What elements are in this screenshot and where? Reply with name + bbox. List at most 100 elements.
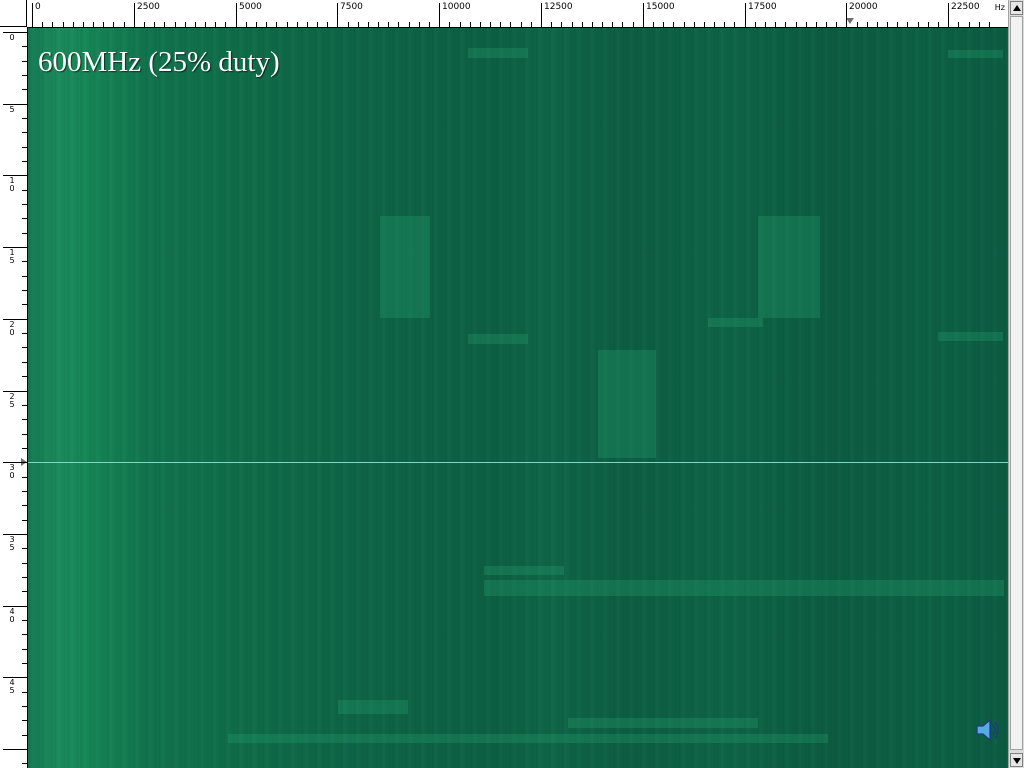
y-tick-label: 0: [9, 33, 15, 42]
x-major-tick: [948, 3, 949, 27]
x-minor-tick: [887, 22, 888, 27]
energy-patch: [468, 334, 528, 344]
y-major-tick: [3, 247, 27, 248]
x-tick-label: 20000: [849, 2, 878, 12]
energy-patch: [338, 700, 408, 714]
x-minor-tick: [561, 22, 562, 27]
x-minor-tick: [195, 22, 196, 27]
y-major-tick: [3, 534, 27, 535]
vertical-scrollbar[interactable]: [1008, 0, 1024, 768]
x-minor-tick: [378, 22, 379, 27]
frequency-ruler: Hz 0 2500 5000 7500 10000 12500 15000 17500 2000…: [27, 0, 1008, 28]
x-major-tick: [32, 3, 33, 27]
y-minor-tick: [22, 548, 27, 549]
y-minor-tick: [22, 147, 27, 148]
y-minor-tick: [22, 190, 27, 191]
x-minor-tick: [734, 22, 735, 27]
x-minor-tick: [185, 22, 186, 27]
x-minor-tick: [989, 22, 990, 27]
x-minor-tick: [775, 22, 776, 27]
x-minor-tick: [622, 22, 623, 27]
x-minor-tick: [907, 22, 908, 27]
time-ruler: 0 5 10 15 20 25 30 35 40 45: [0, 27, 28, 768]
x-minor-tick: [531, 22, 532, 27]
ruler-corner: [0, 0, 27, 27]
x-major-tick: [541, 3, 542, 27]
y-major-tick: [3, 462, 27, 463]
x-minor-tick: [449, 22, 450, 27]
y-minor-tick: [22, 376, 27, 377]
energy-patch: [938, 332, 1003, 341]
frequency-marker[interactable]: [846, 18, 854, 24]
y-tick-label: 10: [9, 176, 15, 193]
spectrogram[interactable]: 600MHz (25% duty): [28, 28, 1008, 768]
x-major-tick: [643, 3, 644, 27]
x-minor-tick: [307, 22, 308, 27]
x-minor-tick: [398, 22, 399, 27]
playback-cursor-line: [28, 462, 1008, 463]
y-minor-tick: [22, 304, 27, 305]
x-minor-tick: [938, 22, 939, 27]
x-minor-tick: [429, 22, 430, 27]
energy-patch: [948, 50, 1003, 58]
scroll-up-button[interactable]: [1010, 1, 1023, 15]
x-minor-tick: [806, 22, 807, 27]
y-tick-label: 35: [9, 535, 15, 552]
x-minor-tick: [205, 22, 206, 27]
x-minor-tick: [918, 22, 919, 27]
x-minor-tick: [93, 22, 94, 27]
y-minor-tick: [22, 118, 27, 119]
x-minor-tick: [928, 22, 929, 27]
x-minor-tick: [653, 22, 654, 27]
y-minor-tick: [22, 577, 27, 578]
x-minor-tick: [83, 22, 84, 27]
y-minor-tick: [22, 434, 27, 435]
x-minor-tick: [256, 22, 257, 27]
x-minor-tick: [103, 22, 104, 27]
x-minor-tick: [124, 22, 125, 27]
x-minor-tick: [867, 22, 868, 27]
chart-title: 600MHz (25% duty): [38, 46, 280, 78]
y-minor-tick: [22, 706, 27, 707]
y-minor-tick: [22, 132, 27, 133]
y-minor-tick: [22, 261, 27, 262]
energy-patch: [568, 718, 758, 728]
x-minor-tick: [684, 22, 685, 27]
x-minor-tick: [317, 22, 318, 27]
scroll-down-button[interactable]: [1010, 753, 1023, 767]
y-minor-tick: [22, 233, 27, 234]
y-minor-tick: [22, 720, 27, 721]
x-minor-tick: [358, 22, 359, 27]
energy-patch: [758, 216, 820, 318]
x-minor-tick: [327, 22, 328, 27]
y-minor-tick: [22, 276, 27, 277]
energy-patch: [484, 566, 564, 575]
y-minor-tick: [22, 89, 27, 90]
x-minor-tick: [979, 22, 980, 27]
x-minor-tick: [969, 22, 970, 27]
x-minor-tick: [796, 22, 797, 27]
y-minor-tick: [22, 161, 27, 162]
x-minor-tick: [225, 22, 226, 27]
x-tick-label: 15000: [646, 2, 675, 12]
speaker-icon[interactable]: [973, 716, 1001, 744]
y-tick-label: 15: [9, 248, 15, 265]
y-major-tick: [3, 32, 27, 33]
x-minor-tick: [297, 22, 298, 27]
y-minor-tick: [22, 692, 27, 693]
x-minor-tick: [510, 22, 511, 27]
arrow-down-icon: [1013, 758, 1021, 764]
x-minor-tick: [612, 22, 613, 27]
x-minor-tick: [246, 22, 247, 27]
spectrogram-texture: [28, 28, 1008, 768]
scrollbar-thumb[interactable]: [1010, 16, 1023, 750]
y-minor-tick: [22, 204, 27, 205]
y-minor-tick: [22, 563, 27, 564]
x-minor-tick: [287, 22, 288, 27]
y-tick-label: 45: [9, 678, 15, 695]
y-minor-tick: [22, 477, 27, 478]
x-minor-tick: [490, 22, 491, 27]
x-major-tick: [134, 3, 135, 27]
arrow-up-icon: [1013, 5, 1021, 11]
x-minor-tick: [877, 22, 878, 27]
